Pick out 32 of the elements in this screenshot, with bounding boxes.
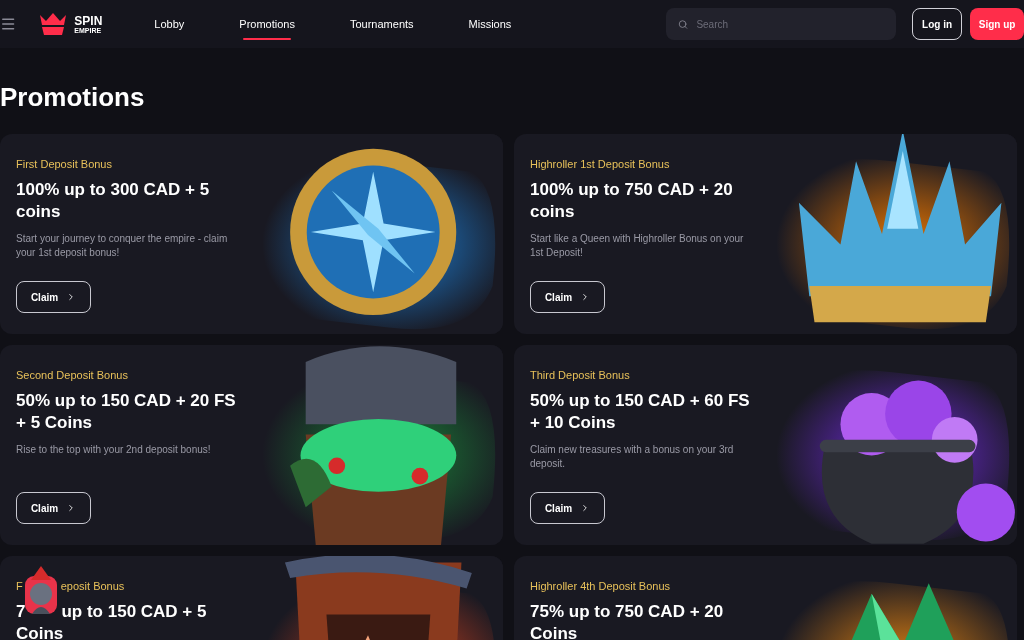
promotion-title: 50% up to 150 CAD + 20 FS + 5 Coins [16, 390, 237, 434]
promotion-description: Start like a Queen with Highroller Bonus on your 1st Deposit! [530, 232, 745, 260]
promotion-title: 100% up to 750 CAD + 20 coins [530, 179, 734, 223]
nav-tab[interactable]: Tournaments [349, 0, 414, 48]
promotion-label: Highroller 4th Deposit Bonus [530, 579, 671, 594]
page-title: Promotions [0, 82, 146, 112]
logo-text: SPIN [74, 14, 103, 27]
nav-tab[interactable]: Lobby [154, 0, 185, 48]
search-input[interactable]: Search [696, 16, 884, 32]
claim-button[interactable]: Claim [16, 281, 91, 313]
login-button[interactable]: Log in [912, 8, 963, 40]
promotion-description: Start your journey to conquer the empire - claim your 1st deposit bonus! [16, 232, 229, 260]
claim-button[interactable]: Claim [16, 492, 91, 524]
promotion-label: Third Deposit Bonus [530, 368, 630, 383]
promotion-title: 50% up to 150 CAD + 60 FS + 10 Coins [530, 390, 751, 434]
nav-tab[interactable]: Promotions [239, 0, 295, 48]
search-field[interactable]: Search [666, 8, 896, 40]
claim-button[interactable]: Claim [530, 492, 605, 524]
promotion-description: Claim new treasures with a bonus on your 3rd deposit. [530, 443, 735, 471]
promotion-label: F eposit Bonus [16, 579, 125, 594]
search-icon [678, 18, 689, 30]
promotion-title: 75% up to 750 CAD + 20 Coins [530, 601, 725, 640]
claim-button[interactable]: Claim [530, 281, 605, 313]
promotion-title: 100% up to 300 CAD + 5 coins [16, 179, 211, 223]
promotion-label: Highroller 1st Deposit Bonus [530, 157, 670, 172]
promotion-title: 7 up to 150 CAD + 5 Coins [16, 601, 208, 640]
crown-logo-icon [38, 11, 69, 37]
promotion-description: Rise to the top with your 2nd deposit bonus! [16, 443, 211, 457]
promotion-label: First Deposit Bonus [16, 157, 112, 172]
signup-button[interactable]: Sign up [970, 8, 1024, 40]
nav-tab[interactable]: Missions [468, 0, 512, 48]
promotion-label: Second Deposit Bonus [16, 368, 128, 383]
